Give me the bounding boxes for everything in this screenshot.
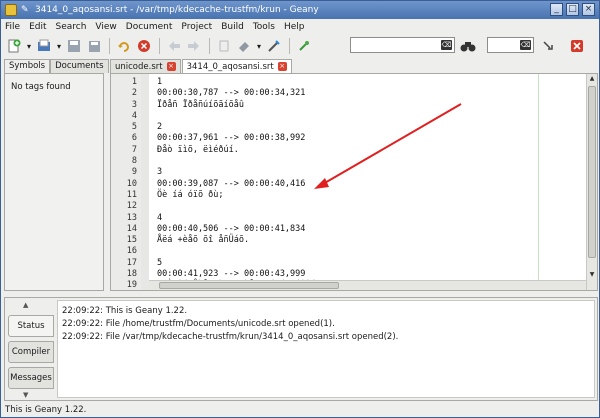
tab-messages[interactable]: Messages [8, 367, 54, 389]
log-line: 22:09:22: This is Geany 1.22. [62, 306, 188, 316]
status-log: 22:09:22: This is Geany 1.22. 22:09:22: … [57, 300, 595, 398]
tab-compiler[interactable]: Compiler [8, 341, 54, 363]
log-line: 22:09:22: File /var/tmp/kdecache-trustfm… [62, 332, 399, 342]
tab-status[interactable]: Status [8, 315, 54, 337]
tabs-scroll-down-icon[interactable]: ▼ [23, 391, 28, 399]
log-line: 22:09:22: File /home/trustfm/Documents/u… [62, 319, 335, 329]
geany-window: ✎ 3414_0_aqosansi.srt - /var/tmp/kdecach… [0, 0, 600, 418]
tabs-scroll-up-icon[interactable]: ▲ [23, 301, 28, 309]
message-tabs: ▲ Status Compiler Messages ▼ [5, 298, 55, 400]
message-window: ▲ Status Compiler Messages ▼ 22:09:22: T… [4, 297, 598, 401]
status-bar: This is Geany 1.22. [5, 405, 87, 415]
